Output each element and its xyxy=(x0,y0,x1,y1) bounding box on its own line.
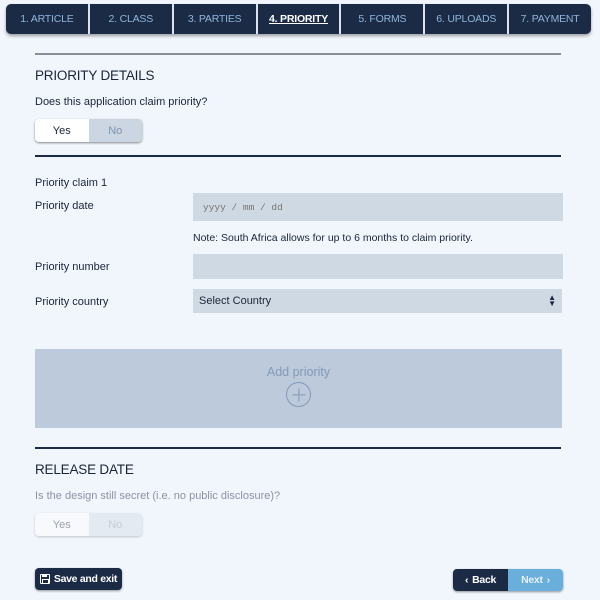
back-label: Back xyxy=(472,574,497,586)
back-button[interactable]: ‹ Back xyxy=(453,569,508,591)
tab-class[interactable]: 2. CLASS xyxy=(90,4,174,34)
priority-number-input[interactable] xyxy=(193,254,563,279)
next-button[interactable]: Next › xyxy=(508,569,563,591)
priority-claim-heading: Priority claim 1 xyxy=(35,177,108,189)
tab-forms[interactable]: 5. FORMS xyxy=(341,4,426,34)
priority-number-label: Priority number xyxy=(35,261,110,273)
design-secret-toggle: Yes No xyxy=(35,513,142,536)
divider xyxy=(35,53,561,55)
add-priority-button[interactable]: Add priority xyxy=(35,349,562,428)
design-secret-question: Is the design still secret (i.e. no publ… xyxy=(35,490,281,502)
priority-date-input[interactable] xyxy=(193,193,563,221)
release-date-title: RELEASE DATE xyxy=(35,462,134,477)
tab-priority[interactable]: 4. PRIORITY xyxy=(258,4,342,34)
chevron-left-icon: ‹ xyxy=(464,574,469,586)
priority-country-select[interactable]: Select Country ▲ ▼ xyxy=(193,289,562,313)
step-tabs: 1. ARTICLE 2. CLASS 3. PARTIES 4. PRIORI… xyxy=(6,4,591,34)
priority-details-title: PRIORITY DETAILS xyxy=(35,68,155,83)
divider xyxy=(35,155,561,157)
priority-country-value: Select Country xyxy=(199,295,272,307)
design-secret-yes[interactable]: Yes xyxy=(35,513,89,536)
plus-circle-icon xyxy=(286,382,311,407)
design-secret-no[interactable]: No xyxy=(88,513,142,536)
claim-priority-yes[interactable]: Yes xyxy=(35,119,89,142)
save-and-exit-label: Save and exit xyxy=(53,573,118,585)
priority-note: Note: South Africa allows for up to 6 mo… xyxy=(193,232,473,244)
tab-payment[interactable]: 7. PAYMENT xyxy=(509,4,591,34)
claim-priority-toggle: Yes No xyxy=(35,119,142,142)
tab-article[interactable]: 1. ARTICLE xyxy=(6,4,90,34)
priority-date-label: Priority date xyxy=(35,200,94,212)
select-arrows-icon: ▲ ▼ xyxy=(548,293,556,308)
next-label: Next xyxy=(521,574,543,586)
priority-country-label: Priority country xyxy=(35,296,109,308)
divider xyxy=(35,447,561,449)
tab-parties[interactable]: 3. PARTIES xyxy=(174,4,258,34)
tab-uploads[interactable]: 6. UPLOADS xyxy=(425,4,510,34)
wizard-navigation: ‹ Back Next › xyxy=(453,569,563,591)
save-and-exit-button[interactable]: Save and exit xyxy=(35,568,122,590)
floppy-disk-icon xyxy=(39,574,50,584)
claim-priority-no[interactable]: No xyxy=(88,119,142,142)
claim-priority-question: Does this application claim priority? xyxy=(35,96,208,108)
add-priority-label: Add priority xyxy=(266,365,331,379)
chevron-right-icon: › xyxy=(546,574,551,586)
